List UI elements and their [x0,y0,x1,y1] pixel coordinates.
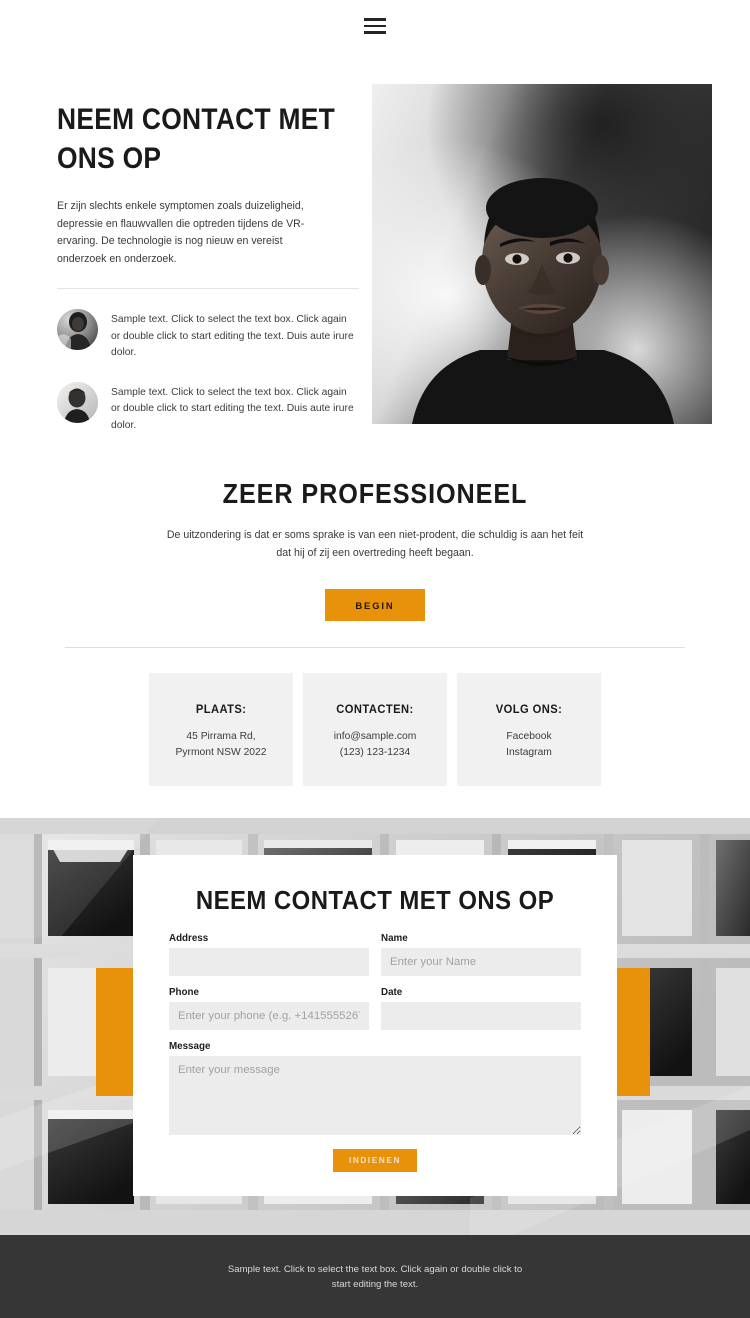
info-card-group: PLAATS: 45 Pirrama Rd, Pyrmont NSW 2022 … [149,673,601,786]
submit-row: INDIENEN [169,1149,581,1172]
list-item-text: Sample text. Click to select the text bo… [111,386,354,431]
info-card-phone[interactable]: (123) 123-1234 [340,745,410,762]
hero-paragraph: Er zijn slechts enkele symptomen zoals d… [57,200,305,265]
hamburger-line [364,18,386,21]
form-field-message: Message [169,1041,581,1135]
section-divider [65,647,685,648]
name-label: Name [381,933,408,944]
form-field-phone: Phone [169,987,369,1030]
avatar [57,309,98,350]
list-item: Sample text. Click to select the text bo… [57,381,357,435]
info-card-title: PLAATS: [195,701,247,716]
begin-button[interactable]: BEGIN [325,589,425,621]
site-footer: Sample text. Click to select the text bo… [0,1235,750,1318]
form-row: Phone Date [169,987,581,1030]
message-textarea[interactable] [169,1056,581,1135]
date-label: Date [381,987,403,998]
form-field-address: Address [169,933,369,976]
hero-content: NEEM CONTACT MET ONS OP Er zijn slechts … [57,100,359,454]
testimonial-list: Sample text. Click to select the text bo… [57,309,357,434]
section-title: ZEER PROFESSIONEEL [222,478,528,509]
section-paragraph: De uitzondering is dat er soms sprake is… [166,529,584,559]
form-field-name: Name [381,933,581,976]
info-card-line: 45 Pirrama Rd, [186,730,256,742]
hamburger-line [364,31,386,34]
list-item-text: Sample text. Click to select the text bo… [111,314,354,358]
form-row: Message [169,1041,581,1135]
info-card-email[interactable]: info@sample.com [334,729,417,746]
social-link-instagram[interactable]: Instagram [506,745,552,762]
info-card-title: CONTACTEN: [336,701,414,716]
avatar [57,381,98,423]
address-input[interactable] [169,948,369,976]
phone-label: Phone [169,987,199,998]
info-card-title: VOLG ONS: [495,701,563,716]
date-input[interactable] [381,1002,581,1030]
hamburger-menu-icon[interactable] [364,18,386,34]
info-card-plaats: PLAATS: 45 Pirrama Rd, Pyrmont NSW 2022 [149,673,293,786]
message-label: Message [169,1041,211,1052]
site-header [0,0,750,52]
hero-divider [57,288,359,289]
footer-text: Sample text. Click to select the text bo… [227,1263,523,1290]
hamburger-line [364,24,386,28]
orange-accent-right [613,968,650,1096]
professional-section: ZEER PROFESSIONEEL De uitzondering is da… [0,478,750,621]
contact-form-card: NEEM CONTACT MET ONS OP Address Name Pho… [133,855,617,1196]
address-label: Address [169,933,209,944]
name-input[interactable] [381,948,581,976]
page-title: NEEM CONTACT MET ONS OP [57,103,335,175]
info-card-volg-ons: VOLG ONS: Facebook Instagram [457,673,601,786]
info-card-line: Pyrmont NSW 2022 [175,747,267,758]
hero-section: NEEM CONTACT MET ONS OP Er zijn slechts … [0,52,750,452]
form-field-date: Date [381,987,581,1030]
list-item: Sample text. Click to select the text bo… [57,309,357,362]
info-card-contacten: CONTACTEN: info@sample.com (123) 123-123… [303,673,447,786]
page-root: NEEM CONTACT MET ONS OP Er zijn slechts … [0,0,750,1318]
phone-input[interactable] [169,1002,369,1030]
hero-portrait-image [372,84,712,424]
submit-button[interactable]: INDIENEN [333,1149,417,1172]
social-link-facebook[interactable]: Facebook [506,729,551,746]
form-row: Address Name [169,933,581,976]
form-title: NEEM CONTACT MET ONS OP [195,885,555,915]
